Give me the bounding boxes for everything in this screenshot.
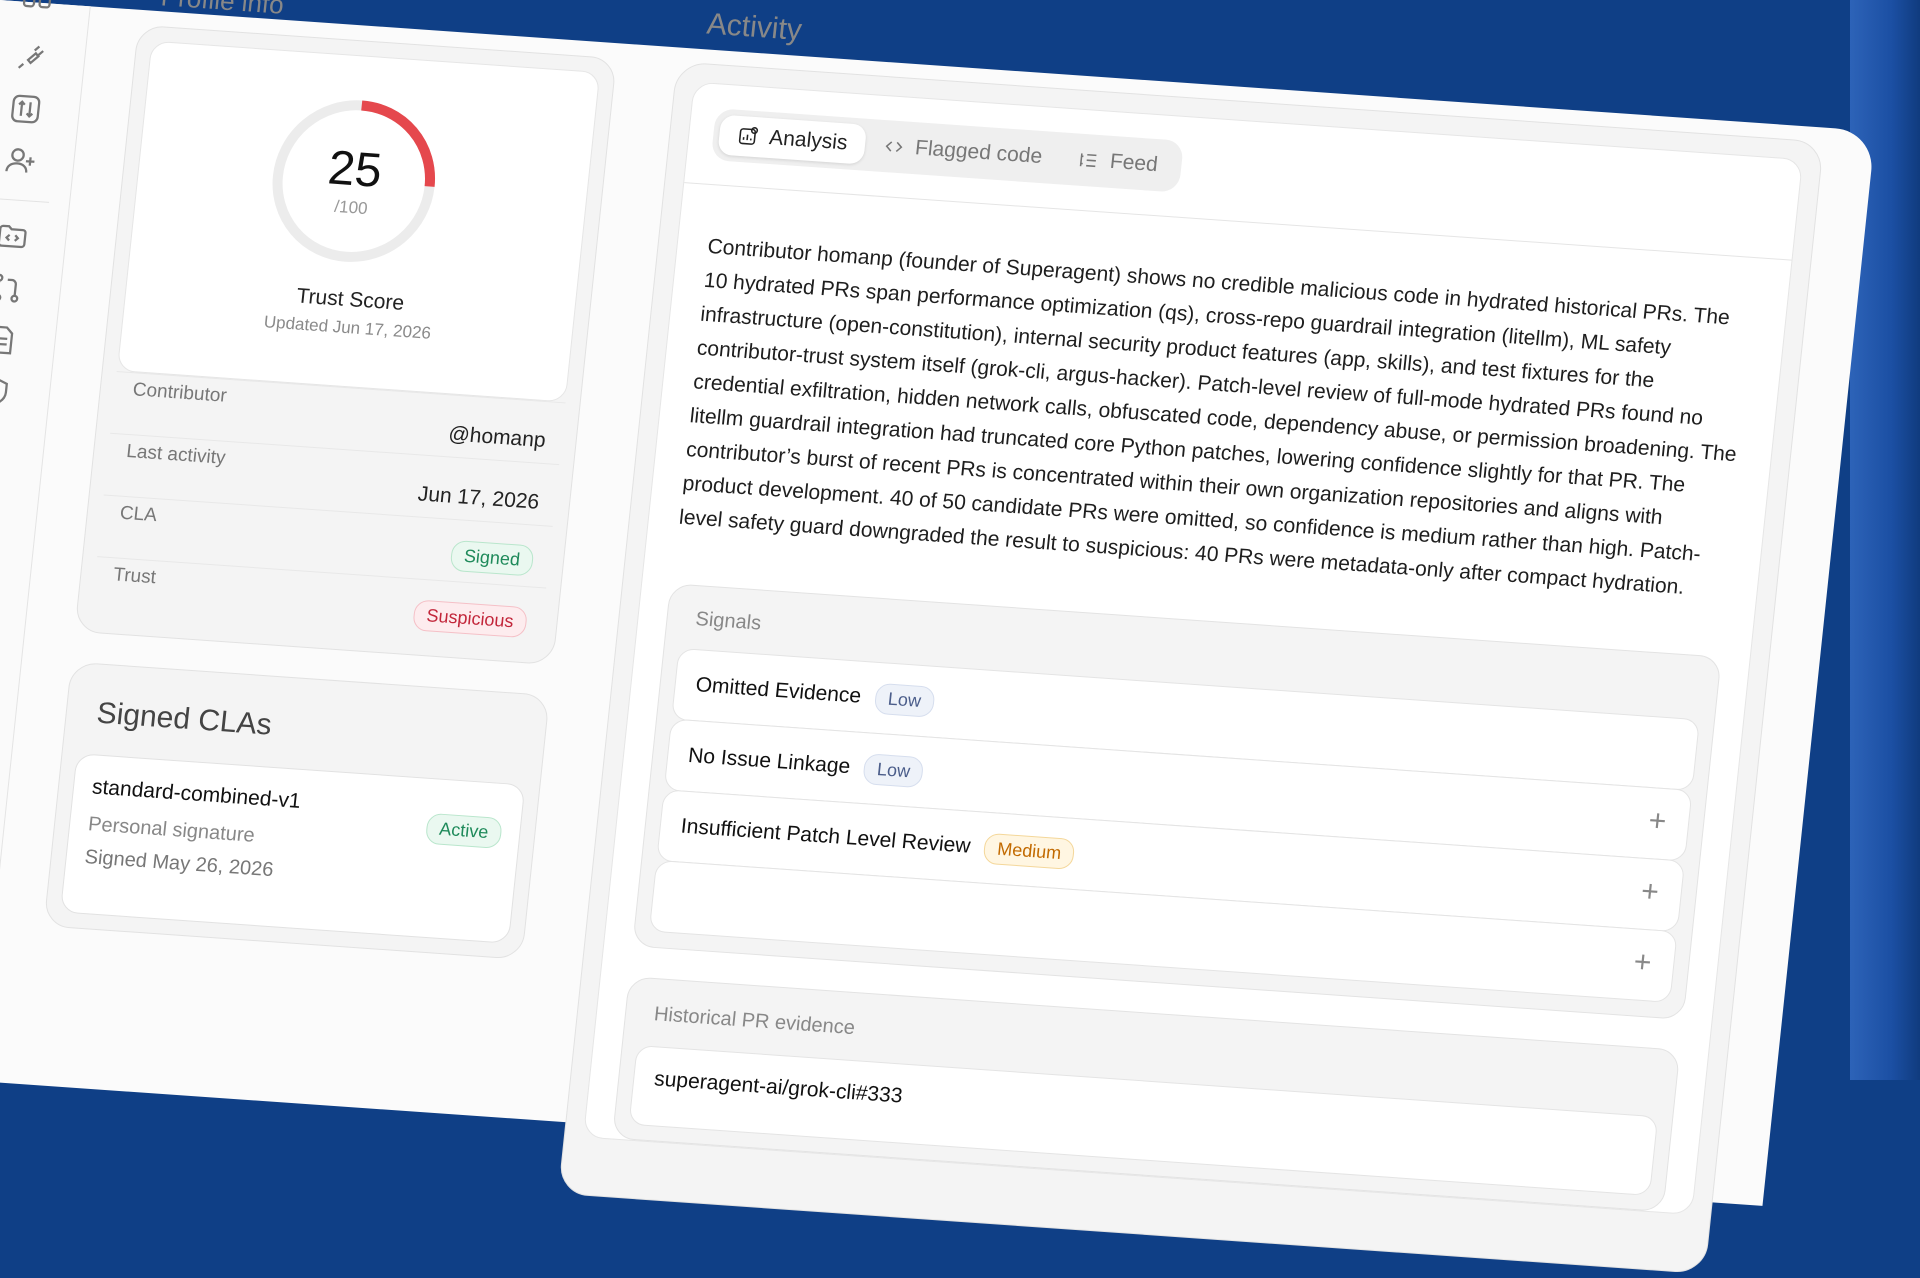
activity-panel: Analysis Flagged code Feed Contributor h… <box>583 82 1803 1215</box>
cla-item[interactable]: standard-combined-v1 Personal signature … <box>60 753 526 944</box>
sort-icon[interactable] <box>6 91 50 134</box>
cla-active-badge: Active <box>425 813 503 849</box>
signal-level-badge: Low <box>873 682 935 717</box>
tab-flagged-code-label: Flagged code <box>914 136 1043 169</box>
signal-level-badge: Low <box>863 753 925 788</box>
historical-pr-panel: Historical PR evidence superagent-ai/gro… <box>612 976 1680 1212</box>
code-icon <box>882 135 906 158</box>
document-icon[interactable] <box>0 322 26 365</box>
trust-status-badge: Suspicious <box>412 599 528 638</box>
cla-status-badge: Signed <box>449 540 534 577</box>
trust-label: Trust <box>112 564 157 589</box>
signal-name: No Issue Linkage <box>687 744 851 779</box>
contributor-value[interactable]: @homanp <box>447 422 546 453</box>
tab-analysis[interactable]: Analysis <box>717 115 867 165</box>
expand-plus-icon[interactable]: + <box>1647 806 1668 837</box>
feed-icon <box>1077 149 1101 172</box>
tab-flagged-code[interactable]: Flagged code <box>863 125 1062 178</box>
contributor-label: Contributor <box>132 379 228 407</box>
signal-level-badge: Medium <box>983 832 1076 869</box>
last-activity-value: Jun 17, 2026 <box>417 482 541 514</box>
trust-score-panel: 25 /100 Trust Score Updated Jun 17, 2026 <box>117 41 601 403</box>
tab-analysis-label: Analysis <box>768 126 849 155</box>
app-window: Profile info 25 /100 Trust Score Updated… <box>0 0 1875 1206</box>
last-activity-label: Last activity <box>125 440 226 469</box>
tab-feed[interactable]: Feed <box>1058 138 1178 186</box>
signed-clas-title: Signed CLAs <box>95 697 531 761</box>
cla-label: CLA <box>119 502 158 526</box>
add-user-icon[interactable] <box>1 143 45 186</box>
analysis-icon <box>736 125 760 148</box>
analysis-text: Contributor homanp (founder of Superagen… <box>645 204 1790 638</box>
activity-tabs: Analysis Flagged code Feed <box>711 108 1185 192</box>
signal-name: Insufficient Patch Level Review <box>680 815 972 859</box>
plug-icon[interactable] <box>12 39 56 82</box>
signals-panel: Signals Omitted Evidence Low No Issue Li… <box>632 583 1722 1020</box>
shield-icon[interactable] <box>0 374 21 417</box>
signed-clas-card: Signed CLAs standard-combined-v1 Persona… <box>43 662 550 960</box>
rail-divider <box>0 198 49 203</box>
pull-request-icon[interactable] <box>0 270 32 313</box>
profile-column: Profile info 25 /100 Trust Score Updated… <box>43 0 621 960</box>
activity-column: Activity Analysis Flagged code <box>558 6 1830 1274</box>
expand-plus-icon[interactable]: + <box>1640 877 1661 908</box>
code-folder-icon[interactable] <box>0 218 37 261</box>
activity-card: Analysis Flagged code Feed Contributor h… <box>558 61 1824 1274</box>
signal-name: Omitted Evidence <box>694 673 862 708</box>
profile-card: 25 /100 Trust Score Updated Jun 17, 2026… <box>74 25 617 666</box>
tab-feed-label: Feed <box>1109 150 1159 177</box>
grid-icon[interactable] <box>17 0 61 34</box>
expand-plus-icon[interactable]: + <box>1632 947 1653 978</box>
